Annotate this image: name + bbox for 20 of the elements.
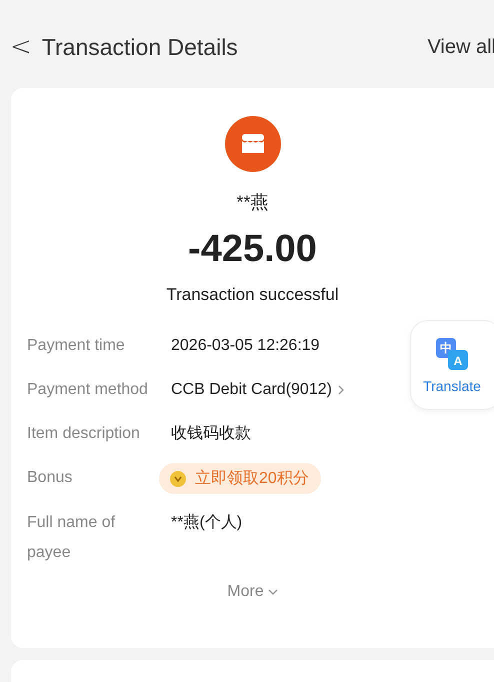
detail-label: Item description [27,424,141,444]
coin-icon [169,470,187,488]
back-button[interactable]: < [10,32,42,62]
merchant-name: **燕 [236,191,268,214]
amount: -425.00 [188,228,317,271]
detail-value: **燕(个人) [171,512,242,533]
store-icon [224,116,280,172]
detail-label: Payment method [27,380,149,400]
chevron-icon [268,587,278,597]
detail-label: Full name of payee [27,513,116,563]
detail-value: 收钱码收款 [171,424,251,444]
more-button[interactable]: More [221,582,284,602]
chevron-icon [336,385,346,395]
detail-label: Bonus [27,468,74,488]
payment-method-link[interactable]: CCB Debit Card(9012) [171,375,346,405]
translate-button[interactable]: 中 A Translate [410,320,494,410]
transaction-status: Transaction successful [166,285,339,305]
detail-value: 2026-03-05 12:26:19 [171,336,320,356]
detail-label: Payment time [27,336,126,356]
page-title: Transaction Details [42,34,239,60]
